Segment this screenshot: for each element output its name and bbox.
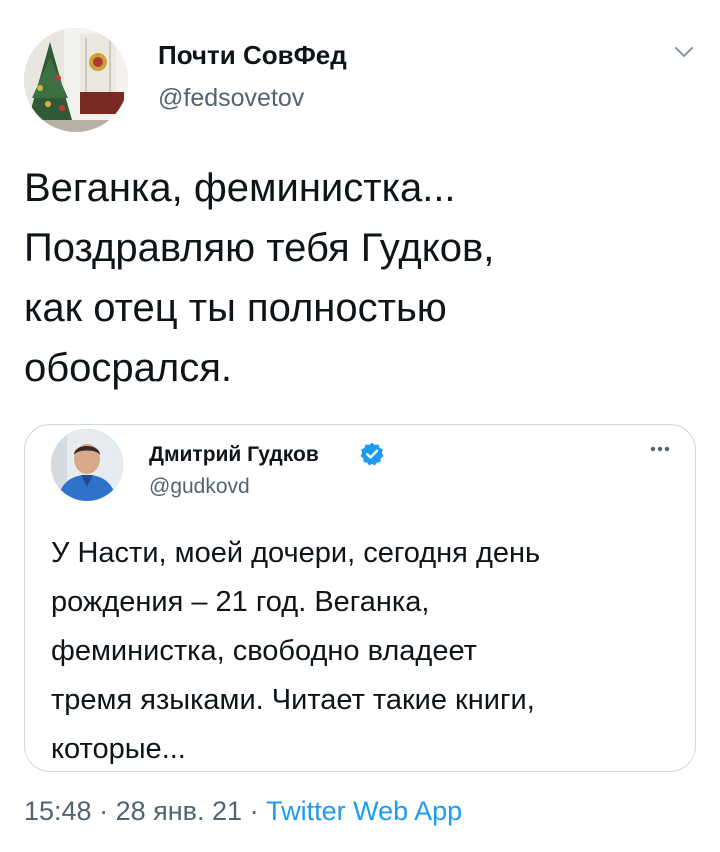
quoted-author-name[interactable]: Дмитрий Гудков xyxy=(149,443,319,467)
chevron-down-icon[interactable] xyxy=(672,40,696,64)
avatar-image xyxy=(24,28,128,132)
meta-separator: · xyxy=(99,796,109,826)
tweet-date[interactable]: 28 янв. 21 xyxy=(116,796,242,826)
meta-separator: · xyxy=(249,796,259,826)
tweet-time[interactable]: 15:48 xyxy=(24,796,92,826)
author-avatar[interactable] xyxy=(24,28,128,132)
quoted-tweet[interactable]: Дмитрий Гудков @gudkovd У Насти, моей до… xyxy=(24,424,696,772)
author-name[interactable]: Почти СовФед xyxy=(158,40,347,71)
verified-badge-icon xyxy=(360,442,384,466)
more-horizontal-icon[interactable] xyxy=(645,441,675,457)
quoted-author-avatar[interactable] xyxy=(51,429,123,501)
tweet-text: Веганка, феминистка... Поздравляю тебя Г… xyxy=(24,166,495,390)
avatar-image xyxy=(51,429,123,501)
source-app-link[interactable]: Twitter Web App xyxy=(266,796,462,826)
quoted-tweet-text: У Насти, моей дочери, сегодня день рожде… xyxy=(51,537,541,765)
tweet-metadata: 15:48 · 28 янв. 21 · Twitter Web App xyxy=(24,796,462,827)
author-handle[interactable]: @fedsovetov xyxy=(158,84,304,113)
tweet: Почти СовФед @fedsovetov Веганка, фемини… xyxy=(0,0,720,852)
quoted-author-handle[interactable]: @gudkovd xyxy=(149,475,250,499)
